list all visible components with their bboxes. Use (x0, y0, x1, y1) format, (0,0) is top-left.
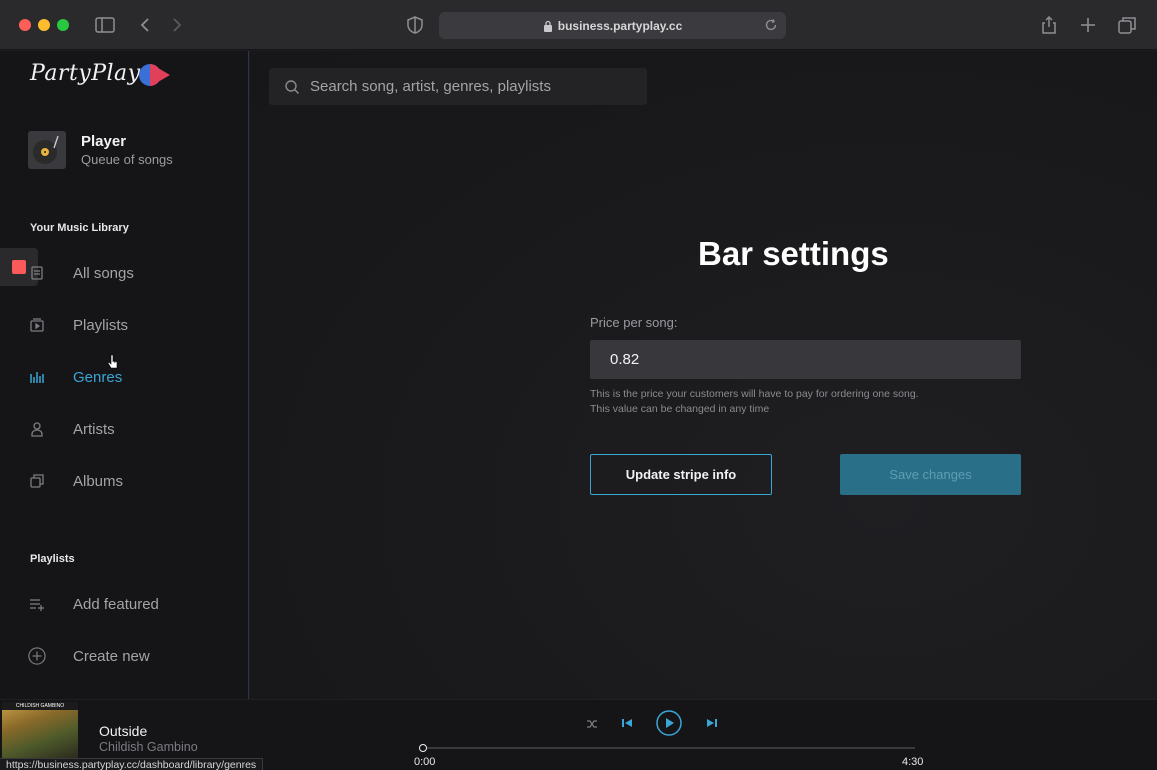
address-text: business.partyplay.cc (557, 18, 683, 33)
plus-circle-icon (28, 647, 46, 665)
sidebar-item-genres[interactable]: Genres (28, 364, 228, 390)
shuffle-icon[interactable] (586, 718, 598, 730)
playlist-icon (28, 316, 46, 334)
close-window-button[interactable] (19, 19, 31, 31)
price-label: Price per song: (590, 315, 678, 330)
link-status-bar: https://business.partyplay.cc/dashboard/… (0, 758, 264, 770)
search-box[interactable] (269, 68, 647, 105)
app-logo[interactable]: PartyPlay (30, 61, 141, 86)
stop-icon (12, 260, 26, 274)
minimize-window-button[interactable] (38, 19, 50, 31)
price-hint-line-2: This value can be changed in any time (590, 403, 770, 415)
price-per-song-input[interactable] (590, 340, 1021, 379)
sidebar-item-label: Add featured (73, 595, 159, 613)
sidebar-toggle-icon[interactable] (94, 14, 116, 36)
tab-overview-icon[interactable] (1116, 14, 1138, 36)
album-stack-icon (28, 472, 46, 490)
total-time: 4:30 (902, 756, 924, 768)
player-link[interactable]: Player Queue of songs (28, 131, 173, 169)
add-list-icon (28, 595, 46, 613)
mouse-cursor-icon (107, 354, 118, 369)
previous-track-icon[interactable] (621, 717, 633, 729)
progress-knob[interactable] (419, 744, 427, 752)
sidebar-item-playlists[interactable]: Playlists (28, 312, 228, 338)
person-icon (28, 420, 46, 438)
track-artist: Childish Gambino (99, 740, 198, 754)
album-art[interactable]: CHILDISH GAMBINO (2, 702, 78, 758)
sidebar-item-label: Create new (73, 647, 150, 665)
zoom-window-button[interactable] (57, 19, 69, 31)
share-icon[interactable] (1038, 14, 1060, 36)
sidebar-item-label: Playlists (73, 316, 129, 334)
forward-icon[interactable] (166, 14, 188, 36)
reload-icon[interactable] (764, 18, 778, 32)
page-title: Bar settings (698, 235, 889, 272)
update-stripe-info-button[interactable]: Update stripe info (590, 454, 772, 495)
progress-track[interactable] (423, 747, 915, 749)
address-bar[interactable]: business.partyplay.cc (439, 12, 786, 39)
sidebar-item-label: Albums (73, 472, 124, 490)
main-content: Bar settings Price per song: This is the… (250, 51, 1157, 699)
play-button[interactable] (656, 710, 682, 736)
sidebar: PartyPlay Player Queue of songs Your Mus… (0, 51, 249, 699)
sidebar-item-artists[interactable]: Artists (28, 416, 228, 442)
turntable-icon (28, 131, 66, 169)
album-art-label: CHILDISH GAMBINO (2, 702, 78, 710)
search-input[interactable] (310, 78, 630, 95)
elapsed-time: 0:00 (414, 756, 436, 768)
new-tab-icon[interactable] (1077, 14, 1099, 36)
sidebar-item-label: Artists (73, 420, 115, 438)
lock-icon (543, 20, 552, 32)
music-notes-icon (28, 264, 46, 282)
player-subtitle: Queue of songs (81, 152, 173, 167)
save-changes-button[interactable]: Save changes (840, 454, 1021, 495)
sidebar-item-all-songs[interactable]: All songs (28, 260, 228, 286)
next-track-icon[interactable] (706, 717, 718, 729)
library-heading: Your Music Library (30, 222, 129, 234)
sidebar-item-label: Genres (73, 368, 123, 386)
sidebar-item-add-featured[interactable]: Add featured (28, 591, 228, 617)
search-icon (285, 79, 299, 94)
sidebar-item-albums[interactable]: Albums (28, 468, 228, 494)
sidebar-item-create-new[interactable]: Create new (28, 643, 228, 669)
browser-toolbar: business.partyplay.cc (0, 0, 1157, 50)
player-title: Player (81, 133, 127, 150)
playlists-heading: Playlists (30, 553, 75, 565)
price-hint: This is the price your customers will ha… (590, 387, 919, 417)
equalizer-bars-icon (28, 368, 46, 386)
track-title: Outside (99, 723, 148, 739)
privacy-shield-icon[interactable] (404, 14, 426, 36)
logo-mark-icon (139, 64, 170, 86)
price-hint-line-1: This is the price your customers will ha… (590, 388, 919, 400)
back-icon[interactable] (134, 14, 156, 36)
sidebar-item-label: All songs (73, 264, 134, 282)
